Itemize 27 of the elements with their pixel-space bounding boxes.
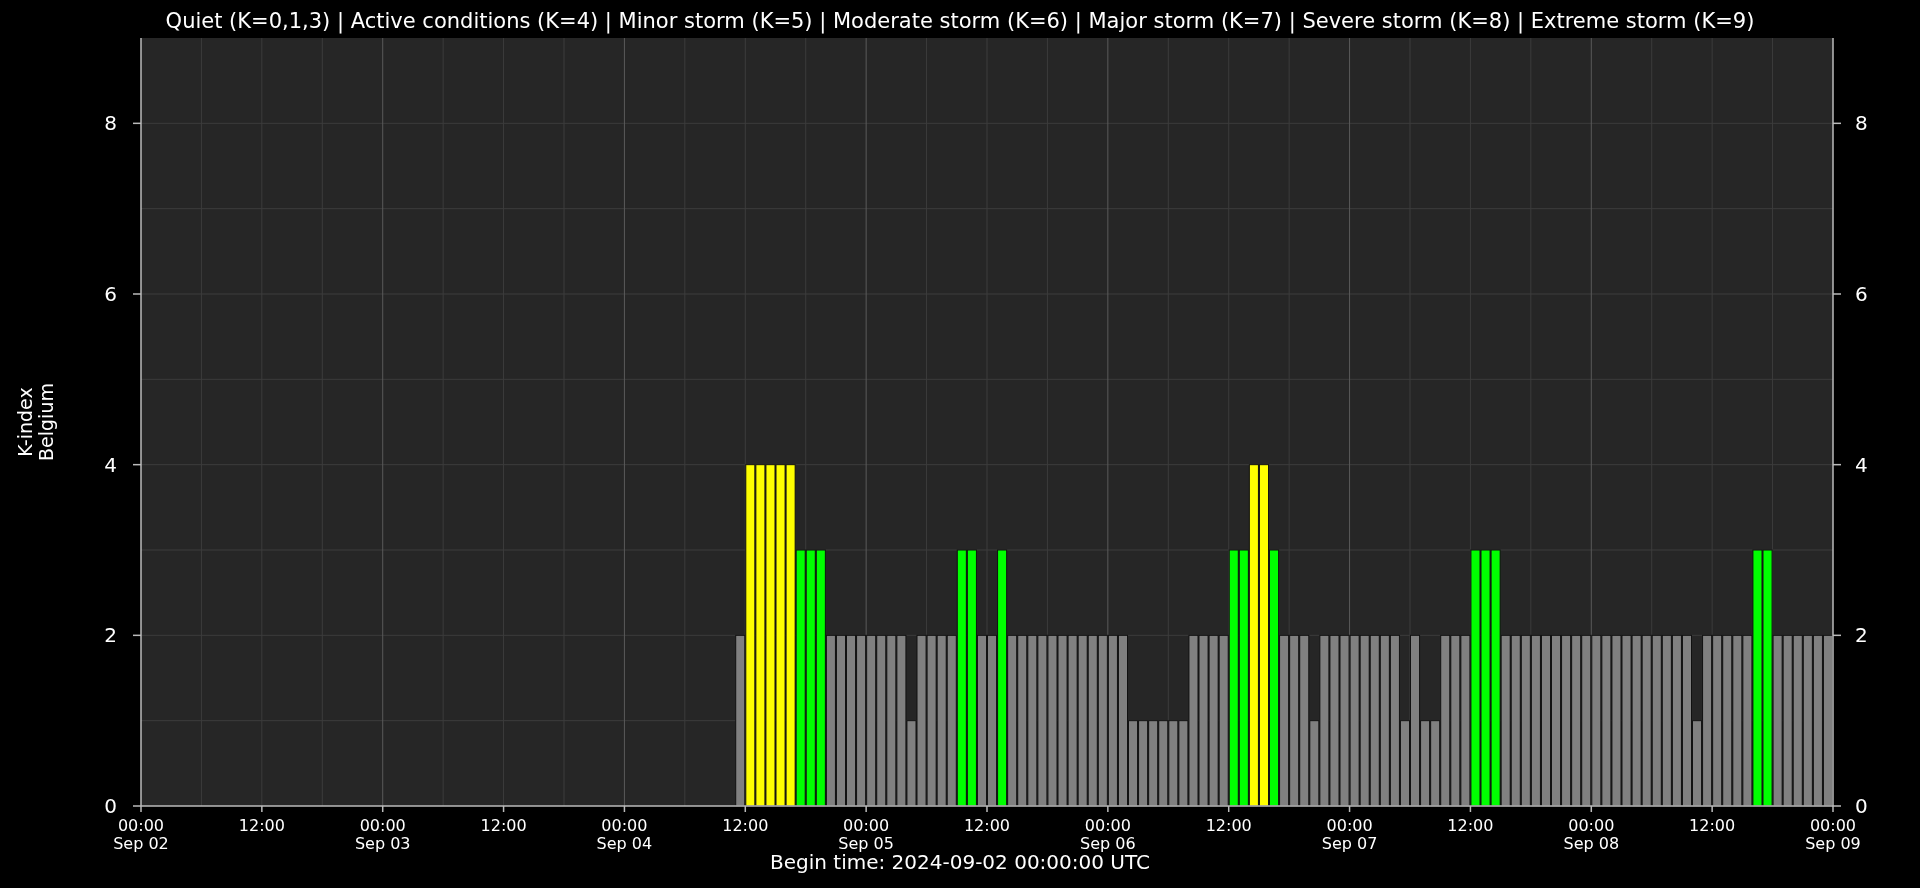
x-tick-label: 12:00 (238, 816, 285, 835)
x-tick-label: 00:00 Sep 09 (1805, 816, 1861, 853)
y-tick-label: 0 (104, 794, 117, 818)
y-tick-label: 0 (1855, 794, 1868, 818)
x-tick-label: 12:00 (480, 816, 527, 835)
x-tick-label: 00:00 Sep 02 (113, 816, 169, 853)
chart-title: Quiet (K=0,1,3) | Active conditions (K=4) | Minor storm (K=5) | Moderate storm (K=6) | Major storm (K=7) | Severe storm (K=8) | Extreme storm (K=9) (165, 9, 1755, 33)
y-tick-label: 6 (1855, 282, 1868, 306)
y-tick-label: 8 (1855, 111, 1868, 136)
y-tick-label: 2 (104, 623, 117, 648)
x-tick-label: 00:00 Sep 08 (1563, 816, 1620, 853)
x-tick-label: 00:00 Sep 04 (596, 816, 653, 853)
x-tick-label: 12:00 (1447, 816, 1494, 835)
x-tick-label: 00:00 Sep 07 (1321, 816, 1378, 853)
y-tick-label: 4 (1855, 452, 1868, 477)
x-tick-label: 12:00 (722, 816, 769, 835)
x-tick-label: 00:00 Sep 05 (838, 816, 894, 853)
x-tick-label: 12:00 (1205, 816, 1252, 835)
y-tick-label: 8 (104, 111, 117, 136)
y-tick-label: 4 (104, 452, 117, 477)
x-tick-label: 12:00 (1689, 816, 1736, 835)
x-tick-label: 12:00 (963, 816, 1011, 835)
y-axis-label: K-index Belgium (14, 383, 57, 461)
y-tick-label: 6 (104, 282, 117, 306)
y-tick-label: 2 (1855, 623, 1868, 648)
x-tick-label: 00:00 Sep 06 (1080, 816, 1136, 853)
x-tick-label: 00:00 Sep 03 (354, 816, 411, 853)
